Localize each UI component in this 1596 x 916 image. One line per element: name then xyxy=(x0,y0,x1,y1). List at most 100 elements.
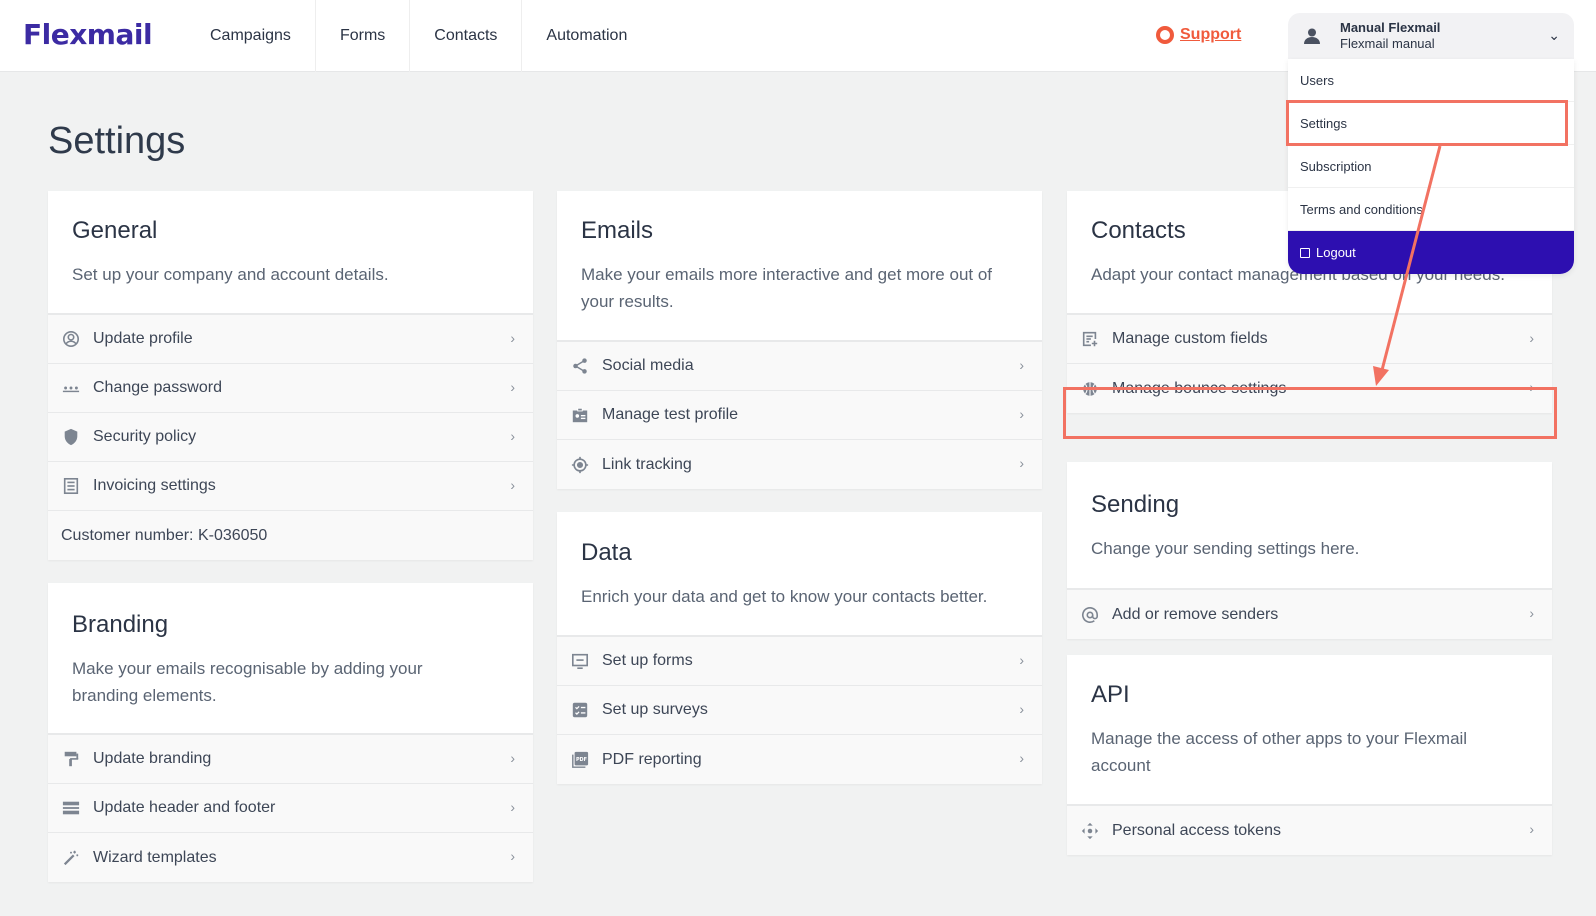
personal-access-tokens-row[interactable]: Personal access tokens › xyxy=(1067,806,1552,855)
manage-bounce-settings-row[interactable]: Manage bounce settings › xyxy=(1067,364,1552,413)
nav-forms[interactable]: Forms xyxy=(316,0,411,72)
chevron-right-icon: › xyxy=(1529,605,1534,621)
social-media-row[interactable]: Social media › xyxy=(557,342,1042,391)
customer-number: Customer number: K-036050 xyxy=(48,511,533,560)
survey-icon xyxy=(570,700,590,720)
update-profile-row[interactable]: Update profile › xyxy=(48,315,533,364)
chevron-right-icon: › xyxy=(1529,821,1534,837)
chevron-right-icon: › xyxy=(510,848,515,864)
nav-automation[interactable]: Automation xyxy=(522,0,651,72)
row-label: Invoicing settings xyxy=(93,477,216,494)
data-title: Data xyxy=(581,539,632,566)
page-title: Settings xyxy=(48,120,186,162)
add-remove-senders-row[interactable]: Add or remove senders › xyxy=(1067,590,1552,639)
general-card: General Set up your company and account … xyxy=(48,191,533,560)
chevron-right-icon: › xyxy=(510,379,515,395)
chevron-right-icon: › xyxy=(510,330,515,346)
row-label: PDF reporting xyxy=(602,750,702,768)
paint-roller-icon xyxy=(61,749,81,769)
branding-title: Branding xyxy=(72,611,169,638)
api-card: API Manage the access of other apps to y… xyxy=(1067,655,1552,855)
set-up-forms-row[interactable]: Set up forms › xyxy=(557,637,1042,686)
general-desc: Set up your company and account details. xyxy=(72,265,389,284)
general-title: General xyxy=(72,217,158,244)
row-label: Change password xyxy=(93,379,222,396)
row-label: Set up forms xyxy=(602,652,693,669)
svg-text:PDF: PDF xyxy=(576,756,587,762)
sending-card: Sending Change your sending settings her… xyxy=(1067,462,1552,639)
link-tracking-row[interactable]: Link tracking › xyxy=(557,440,1042,489)
chevron-right-icon: › xyxy=(1019,701,1024,717)
main-nav: Campaigns Forms Contacts Automation xyxy=(186,0,651,72)
chevron-right-icon: › xyxy=(1529,330,1534,346)
menu-item-settings[interactable]: Settings xyxy=(1288,102,1574,145)
row-label: Social media xyxy=(602,357,694,374)
row-label: Set up surveys xyxy=(602,701,708,718)
logout-label: Logout xyxy=(1316,245,1356,260)
manage-custom-fields-row[interactable]: Manage custom fields › xyxy=(1067,315,1552,364)
manage-test-profile-row[interactable]: Manage test profile › xyxy=(557,391,1042,440)
at-sign-icon xyxy=(1080,605,1100,625)
sending-desc: Change your sending settings here. xyxy=(1091,539,1360,558)
menu-item-logout[interactable]: Logout xyxy=(1288,231,1574,274)
lifebuoy-icon xyxy=(1156,26,1174,44)
magic-wand-icon xyxy=(61,848,81,868)
branding-desc: Make your emails recognisable by adding … xyxy=(72,659,423,705)
form-icon xyxy=(570,651,590,671)
user-menu-toggle[interactable]: Manual Flexmail Flexmail manual ⌄ xyxy=(1288,13,1574,59)
pdf-reporting-row[interactable]: PDF PDF reporting › xyxy=(557,735,1042,784)
flexmail-logo[interactable]: Flexmail xyxy=(23,18,153,51)
update-header-footer-row[interactable]: Update header and footer › xyxy=(48,784,533,833)
chevron-right-icon: › xyxy=(510,428,515,444)
invoice-icon xyxy=(61,476,81,496)
row-label: Update header and footer xyxy=(93,799,276,816)
chevron-right-icon: › xyxy=(510,750,515,766)
support-link[interactable]: Support xyxy=(1156,26,1241,44)
change-password-row[interactable]: Change password › xyxy=(48,364,533,413)
custom-field-icon xyxy=(1080,329,1100,349)
update-branding-row[interactable]: Update branding › xyxy=(48,735,533,784)
share-icon xyxy=(570,356,590,376)
shield-icon xyxy=(61,427,81,447)
menu-item-terms[interactable]: Terms and conditions xyxy=(1288,188,1574,231)
sending-title: Sending xyxy=(1091,491,1180,518)
nav-campaigns[interactable]: Campaigns xyxy=(186,0,316,72)
data-card: Data Enrich your data and get to know yo… xyxy=(557,512,1042,784)
row-label: Link tracking xyxy=(602,455,692,473)
chevron-right-icon: › xyxy=(1529,379,1534,395)
pdf-icon: PDF xyxy=(570,750,590,770)
chevron-right-icon: › xyxy=(1019,455,1024,471)
basketball-icon xyxy=(1080,379,1100,399)
row-label: Security policy xyxy=(93,428,197,445)
emails-card: Emails Make your emails more interactive… xyxy=(557,191,1042,489)
wizard-templates-row[interactable]: Wizard templates › xyxy=(48,833,533,882)
row-label: Manage custom fields xyxy=(1112,330,1268,347)
menu-item-subscription[interactable]: Subscription xyxy=(1288,145,1574,188)
token-icon xyxy=(1080,821,1100,841)
user-dropdown-menu: Users Settings Subscription Terms and co… xyxy=(1288,59,1574,274)
invoicing-settings-row[interactable]: Invoicing settings › xyxy=(48,462,533,511)
row-label: Wizard templates xyxy=(93,848,217,866)
row-label: Manage test profile xyxy=(602,406,739,423)
chevron-right-icon: › xyxy=(510,477,515,493)
chevron-right-icon: › xyxy=(510,799,515,815)
support-label: Support xyxy=(1180,26,1242,43)
menu-item-users[interactable]: Users xyxy=(1288,59,1574,102)
row-label: Add or remove senders xyxy=(1112,605,1279,623)
user-circle-icon xyxy=(61,329,81,349)
logout-icon xyxy=(1300,247,1310,258)
header-footer-icon xyxy=(61,798,81,818)
security-policy-row[interactable]: Security policy › xyxy=(48,413,533,462)
chevron-right-icon: › xyxy=(1019,406,1024,422)
crosshair-icon xyxy=(570,455,590,475)
api-desc: Manage the access of other apps to your … xyxy=(1091,729,1468,775)
user-icon xyxy=(1300,27,1324,45)
id-badge-icon xyxy=(570,405,590,425)
nav-contacts[interactable]: Contacts xyxy=(410,0,523,72)
set-up-surveys-row[interactable]: Set up surveys › xyxy=(557,686,1042,735)
row-label: Update profile xyxy=(93,330,193,347)
data-desc: Enrich your data and get to know your co… xyxy=(581,587,988,606)
emails-title: Emails xyxy=(581,217,654,244)
api-title: API xyxy=(1091,681,1130,708)
chevron-right-icon: › xyxy=(1019,357,1024,373)
